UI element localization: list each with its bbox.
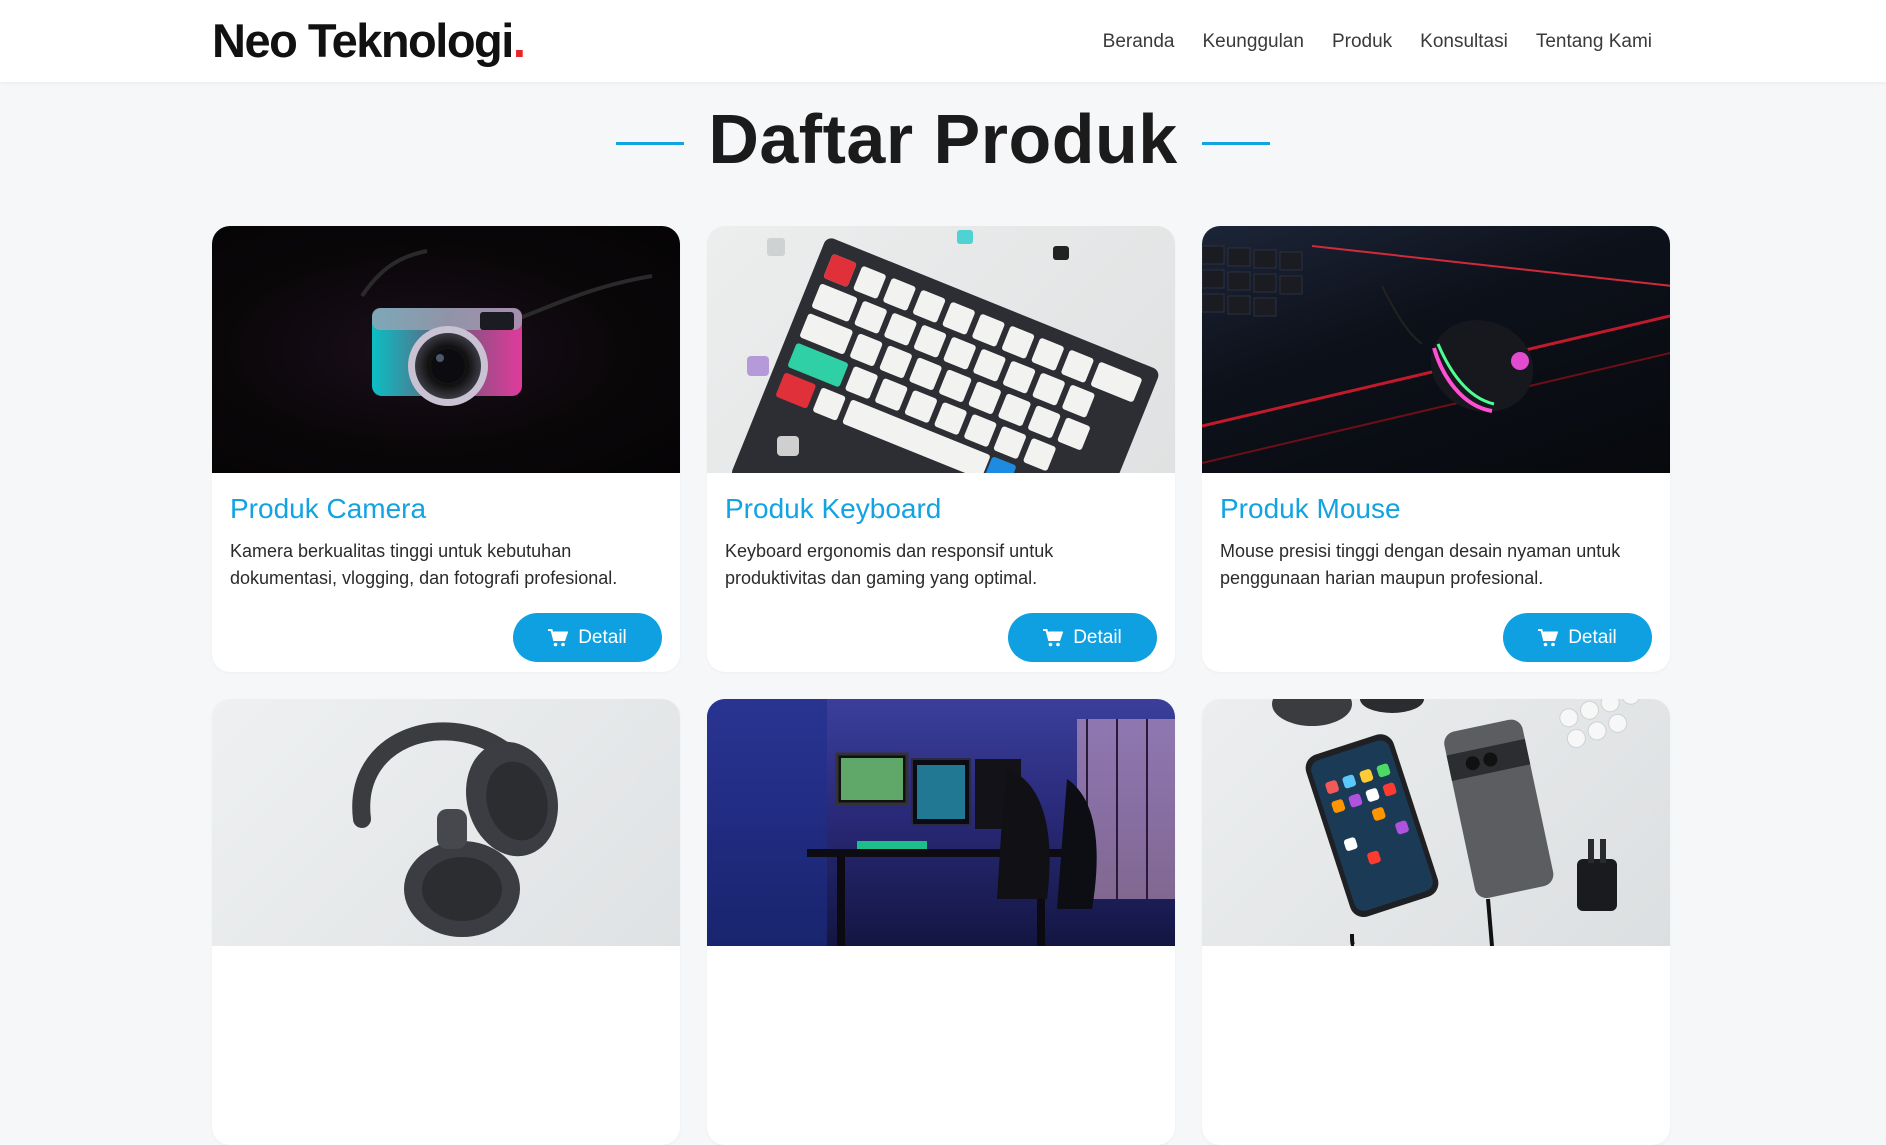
- camera-photo: [212, 226, 680, 473]
- headphones-photo: [212, 699, 680, 946]
- product-card-mouse: Produk Mouse Mouse presisi tinggi dengan…: [1202, 226, 1670, 672]
- product-card-headphones: [212, 699, 680, 1145]
- product-title[interactable]: Produk Keyboard: [725, 491, 1157, 527]
- keyboard-photo: [707, 226, 1175, 473]
- detail-button-label: Detail: [578, 626, 627, 648]
- nav-link-konsultasi[interactable]: Konsultasi: [1420, 28, 1508, 56]
- brand-name: Neo Teknologi: [212, 14, 514, 67]
- card-body: Produk Mouse Mouse presisi tinggi dengan…: [1202, 473, 1670, 672]
- nav-link-tentang-kami[interactable]: Tentang Kami: [1536, 28, 1652, 56]
- mouse-photo: [1202, 226, 1670, 473]
- cart-icon: [1538, 628, 1559, 647]
- product-card-gaming-setup: [707, 699, 1175, 1145]
- nav-link-produk[interactable]: Produk: [1332, 28, 1392, 56]
- brand-logo[interactable]: Neo Teknologi.: [212, 12, 526, 70]
- product-description: Mouse presisi tinggi dengan desain nyama…: [1220, 541, 1621, 588]
- cart-icon: [548, 628, 569, 647]
- smartphone-photo: [1202, 699, 1670, 946]
- product-grid: Produk Camera Kamera berkualitas tinggi …: [212, 226, 1670, 1145]
- card-body: [707, 946, 1175, 1145]
- card-body: [1202, 946, 1670, 1145]
- product-description: Keyboard ergonomis dan responsif untuk p…: [725, 541, 1054, 588]
- gaming-setup-photo: [707, 699, 1175, 946]
- product-title[interactable]: Produk Mouse: [1220, 491, 1652, 527]
- product-card-camera: Produk Camera Kamera berkualitas tinggi …: [212, 226, 680, 672]
- card-body: Produk Keyboard Keyboard ergonomis dan r…: [707, 473, 1175, 672]
- product-description: Kamera berkualitas tinggi untuk kebutuha…: [230, 541, 618, 588]
- title-line-right: [1201, 141, 1270, 145]
- detail-button-label: Detail: [1568, 626, 1617, 648]
- nav-menu: Beranda Keunggulan Produk Konsultasi Ten…: [1103, 28, 1652, 56]
- detail-button[interactable]: Detail: [1008, 613, 1157, 662]
- detail-button[interactable]: Detail: [513, 613, 662, 662]
- nav-link-keunggulan[interactable]: Keunggulan: [1203, 28, 1304, 56]
- detail-button[interactable]: Detail: [1503, 613, 1652, 662]
- section-heading: Daftar Produk: [0, 96, 1886, 182]
- page-title: Daftar Produk: [708, 100, 1178, 178]
- card-body: Produk Camera Kamera berkualitas tinggi …: [212, 473, 680, 672]
- cart-icon: [1043, 628, 1064, 647]
- title-line-left: [616, 141, 685, 145]
- nav-link-beranda[interactable]: Beranda: [1103, 28, 1175, 56]
- detail-button-label: Detail: [1073, 626, 1122, 648]
- product-card-smartphone: [1202, 699, 1670, 1145]
- card-body: [212, 946, 680, 1145]
- product-title[interactable]: Produk Camera: [230, 491, 662, 527]
- brand-dot: .: [512, 14, 526, 67]
- navbar: Neo Teknologi. Beranda Keunggulan Produk…: [0, 0, 1886, 82]
- product-card-keyboard: Produk Keyboard Keyboard ergonomis dan r…: [707, 226, 1175, 672]
